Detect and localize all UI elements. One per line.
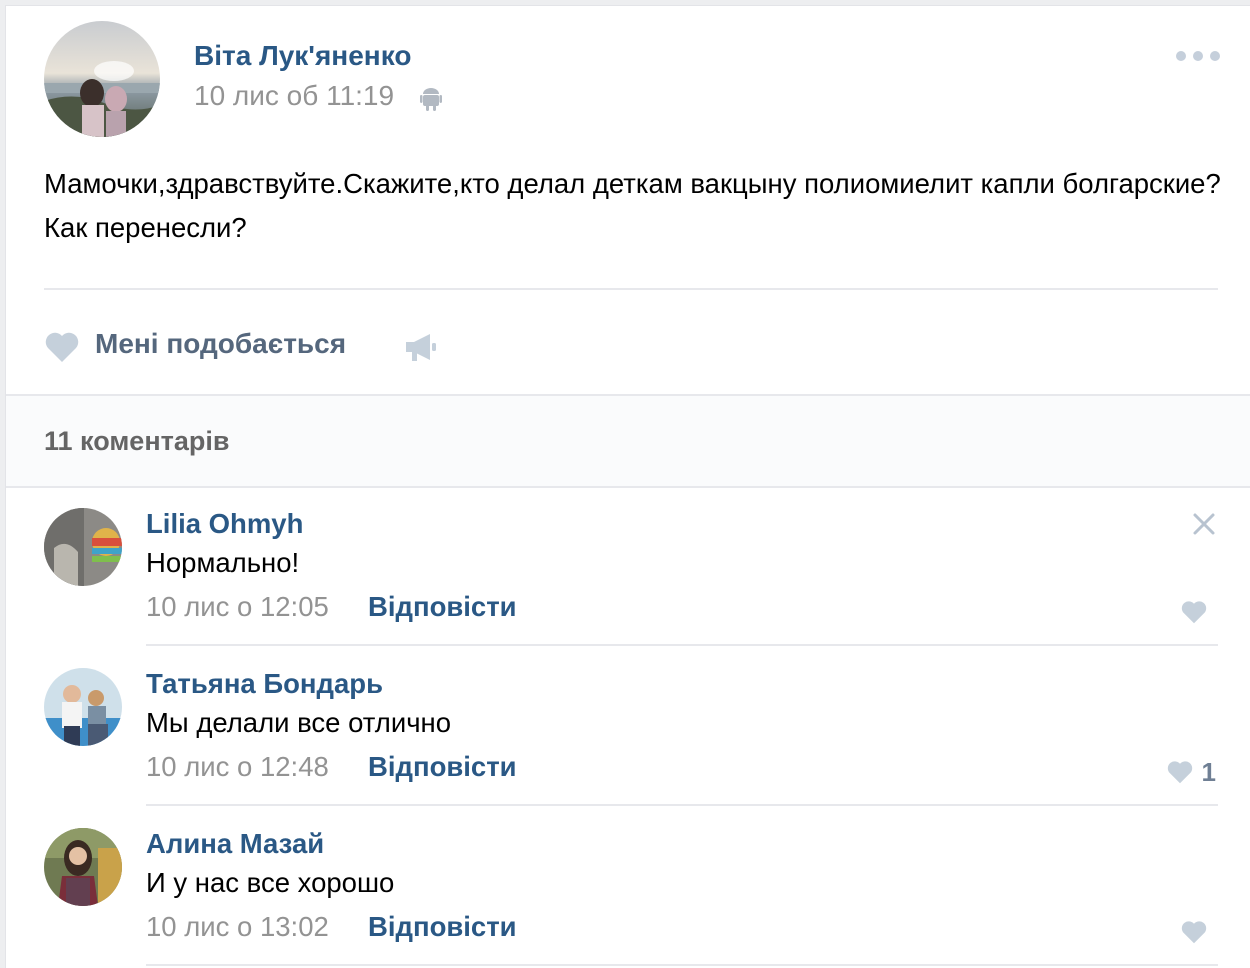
comment-text: И у нас все хорошо bbox=[146, 867, 395, 898]
post-date[interactable]: 10 лис об 11:19 bbox=[194, 80, 394, 112]
comment-text: Мы делали все отлично bbox=[146, 707, 452, 738]
comment-avatar[interactable] bbox=[44, 828, 122, 906]
comment-like-button[interactable] bbox=[1180, 599, 1216, 625]
like-button[interactable]: Мені подобається bbox=[95, 328, 346, 360]
heart-icon[interactable] bbox=[44, 331, 80, 363]
close-icon[interactable] bbox=[1192, 512, 1216, 536]
post-author-name[interactable]: Віта Лук'яненко bbox=[194, 40, 411, 72]
post-divider bbox=[44, 288, 1218, 290]
author-avatar[interactable] bbox=[44, 21, 160, 137]
comment-author[interactable]: Lilia Ohmyh bbox=[146, 508, 303, 540]
more-dots-icon[interactable] bbox=[1176, 44, 1220, 68]
comment-item: Алина Мазай И у нас все хорошо 10 лис о … bbox=[6, 806, 1250, 966]
comment-date[interactable]: 10 лис о 12:05 bbox=[146, 591, 329, 623]
comment-avatar[interactable] bbox=[44, 508, 122, 586]
heart-icon bbox=[1181, 601, 1207, 624]
comments-count[interactable]: 11 коментарів bbox=[44, 426, 229, 457]
reply-button[interactable]: Відповісти bbox=[368, 591, 517, 623]
heart-icon bbox=[1181, 921, 1207, 944]
comment-item: Lilia Ohmyh Нормально! 10 лис о 12:05 Ві… bbox=[6, 486, 1250, 646]
post-text: Мамочки,здравствуйте.Скажите,кто делал д… bbox=[44, 168, 1221, 243]
comment-like-button[interactable]: 1 bbox=[1166, 756, 1216, 787]
comment-author[interactable]: Татьяна Бондарь bbox=[146, 668, 383, 700]
comment-date[interactable]: 10 лис о 13:02 bbox=[146, 911, 329, 943]
comment-date[interactable]: 10 лис о 12:48 bbox=[146, 751, 329, 783]
post-card: Віта Лук'яненко 10 лис об 11:19 Мамочки,… bbox=[6, 6, 1250, 968]
comment-like-button[interactable] bbox=[1180, 919, 1216, 945]
reply-button[interactable]: Відповісти bbox=[368, 751, 517, 783]
heart-icon bbox=[1167, 761, 1192, 784]
comment-avatar[interactable] bbox=[44, 668, 122, 746]
comment-item: Татьяна Бондарь Мы делали все отлично 10… bbox=[6, 646, 1250, 806]
comment-text: Нормально! bbox=[146, 547, 300, 578]
reply-button[interactable]: Відповісти bbox=[368, 911, 517, 943]
comment-author[interactable]: Алина Мазай bbox=[146, 828, 324, 860]
android-icon bbox=[420, 88, 442, 111]
comment-like-count: 1 bbox=[1201, 756, 1216, 787]
comments-header: 11 коментарів bbox=[6, 394, 1250, 488]
comment-divider bbox=[146, 964, 1218, 966]
megaphone-icon[interactable] bbox=[404, 330, 438, 364]
